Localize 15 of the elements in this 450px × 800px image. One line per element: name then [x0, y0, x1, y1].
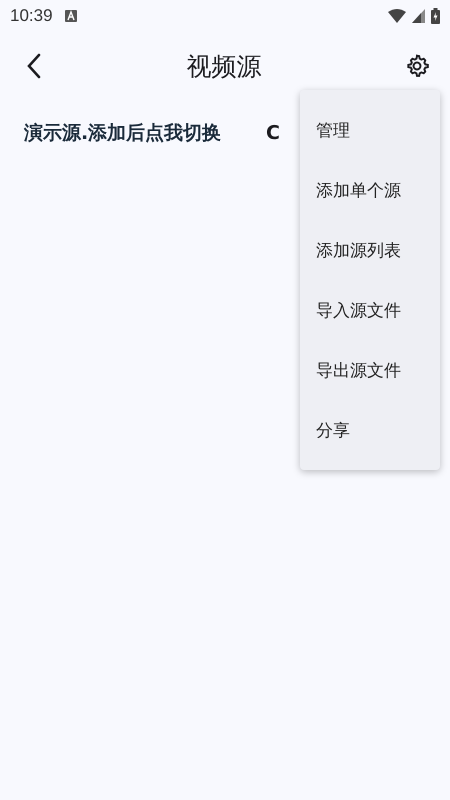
menu-item[interactable]: 导出源文件 [300, 340, 440, 400]
battery-icon [431, 8, 440, 24]
menu-item[interactable]: 添加源列表 [300, 220, 440, 280]
page-title: 视频源 [186, 50, 262, 82]
menu-item[interactable]: 管理 [300, 100, 440, 160]
wifi-icon [388, 9, 406, 23]
back-icon [26, 53, 42, 79]
signal-icon [412, 9, 425, 23]
status-time: 10:39 [10, 6, 53, 26]
row-trailing-text: C [266, 122, 280, 144]
menu-item[interactable]: 导入源文件 [300, 280, 440, 340]
menu-item[interactable]: 添加单个源 [300, 160, 440, 220]
notification-icon [64, 10, 77, 22]
menu-item[interactable]: 分享 [300, 400, 440, 460]
source-name[interactable]: 演示源.添加后点我切换 [24, 120, 222, 146]
